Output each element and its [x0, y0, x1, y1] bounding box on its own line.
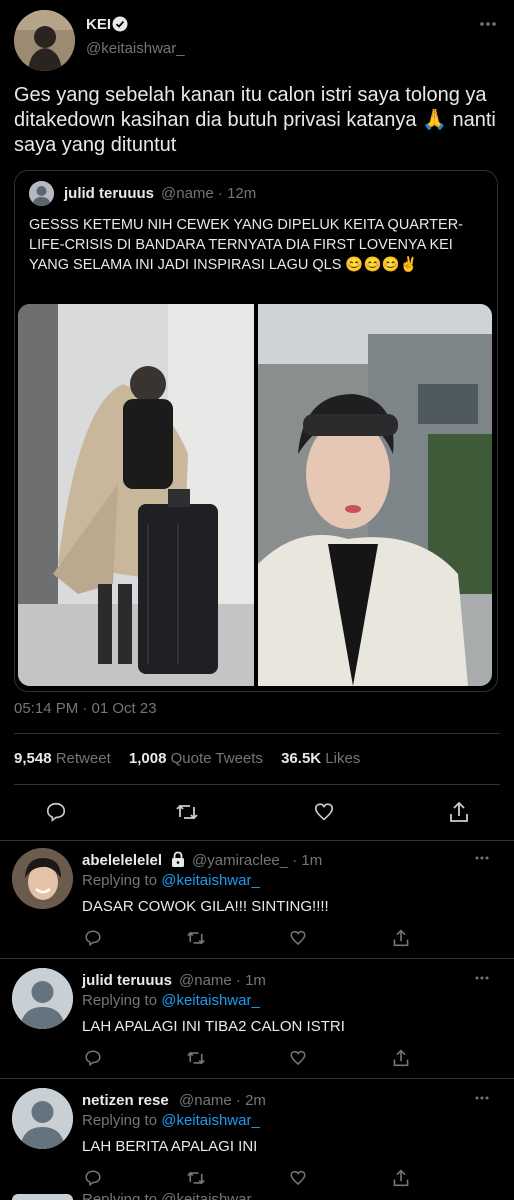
- like-count[interactable]: 36.5K Likes: [281, 750, 360, 767]
- divider: [0, 840, 514, 841]
- share-icon[interactable]: [392, 928, 410, 948]
- replying-to-link[interactable]: @keitaishwar_: [161, 992, 260, 1009]
- replying-to: Replying to @keitaishwar_: [82, 992, 260, 1009]
- quote-count[interactable]: 1,008 Quote Tweets: [129, 750, 263, 767]
- more-icon[interactable]: [474, 1095, 490, 1101]
- like-icon[interactable]: [289, 929, 307, 947]
- reply-author-name[interactable]: julid teruuus: [82, 972, 172, 989]
- replying-to-link[interactable]: @keitaishwar_: [161, 1112, 260, 1129]
- reply-avatar[interactable]: [12, 1088, 73, 1149]
- like-icon[interactable]: [313, 801, 335, 823]
- replying-to-partial: Replying to @keitaishwar_: [82, 1191, 260, 1200]
- reply-text: DASAR COWOK GILA!!! SINTING!!!!: [82, 898, 329, 915]
- reply-author-handle[interactable]: @name · 1m: [179, 972, 266, 989]
- more-icon[interactable]: [474, 975, 490, 981]
- author-handle[interactable]: @keitaishwar_: [86, 40, 185, 57]
- reply-icon[interactable]: [84, 1169, 102, 1187]
- divider: [0, 958, 514, 959]
- reply-author-handle[interactable]: @yamiraclee_ · 1m: [192, 852, 322, 869]
- like-icon[interactable]: [289, 1169, 307, 1187]
- quoted-author-avatar[interactable]: [29, 181, 54, 206]
- author-name[interactable]: KEI: [86, 16, 111, 33]
- reply-avatar[interactable]: [12, 968, 73, 1029]
- tweet-stats: 9,548 Retweet 1,008 Quote Tweets 36.5K L…: [14, 750, 360, 767]
- quoted-photo-portrait[interactable]: [258, 304, 492, 686]
- replying-to: Replying to @keitaishwar_: [82, 872, 260, 889]
- reply-icon[interactable]: [84, 1049, 102, 1067]
- more-icon[interactable]: [478, 20, 498, 28]
- retweet-icon[interactable]: [186, 1049, 206, 1067]
- tweet-timestamp: 05:14 PM · 01 Oct 23: [14, 700, 157, 717]
- retweet-icon[interactable]: [186, 929, 206, 947]
- verified-badge-icon: [112, 16, 128, 32]
- divider: [0, 1078, 514, 1079]
- share-icon[interactable]: [448, 800, 470, 824]
- reply-icon[interactable]: [84, 929, 102, 947]
- author-avatar[interactable]: [14, 10, 75, 71]
- share-icon[interactable]: [392, 1048, 410, 1068]
- divider: [14, 784, 500, 785]
- quoted-tweet-card[interactable]: julid teruuus @name · 12m GESSS KETEMU N…: [14, 170, 498, 692]
- retweet-count[interactable]: 9,548 Retweet: [14, 750, 111, 767]
- like-icon[interactable]: [289, 1049, 307, 1067]
- quoted-author-handle[interactable]: @name · 12m: [161, 185, 256, 202]
- more-icon[interactable]: [474, 855, 490, 861]
- replying-to: Replying to @keitaishwar_: [82, 1112, 260, 1129]
- reply-author-handle[interactable]: @name · 2m: [179, 1092, 266, 1109]
- reply-avatar[interactable]: [12, 848, 73, 909]
- lock-icon: [170, 851, 186, 868]
- reply-author-name[interactable]: netizen rese: [82, 1092, 169, 1109]
- reply-avatar[interactable]: [12, 1194, 73, 1200]
- quoted-tweet-text: GESSS KETEMU NIH CEWEK YANG DIPELUK KEIT…: [29, 217, 464, 273]
- reply-text: LAH BERITA APALAGI INI: [82, 1138, 258, 1155]
- reply-text: LAH APALAGI INI TIBA2 CALON ISTRI: [82, 1018, 345, 1035]
- divider: [14, 733, 500, 734]
- share-icon[interactable]: [392, 1168, 410, 1188]
- reply-author-name[interactable]: abelelelelel: [82, 852, 162, 869]
- replying-to-link[interactable]: @keitaishwar_: [161, 872, 260, 889]
- tweet-text: Ges yang sebelah kanan itu calon istri s…: [14, 84, 496, 156]
- quoted-author-name[interactable]: julid teruuus: [64, 185, 154, 202]
- retweet-icon[interactable]: [175, 801, 199, 823]
- retweet-icon[interactable]: [186, 1169, 206, 1187]
- quoted-photo-airport[interactable]: [18, 304, 254, 686]
- reply-icon[interactable]: [45, 801, 67, 823]
